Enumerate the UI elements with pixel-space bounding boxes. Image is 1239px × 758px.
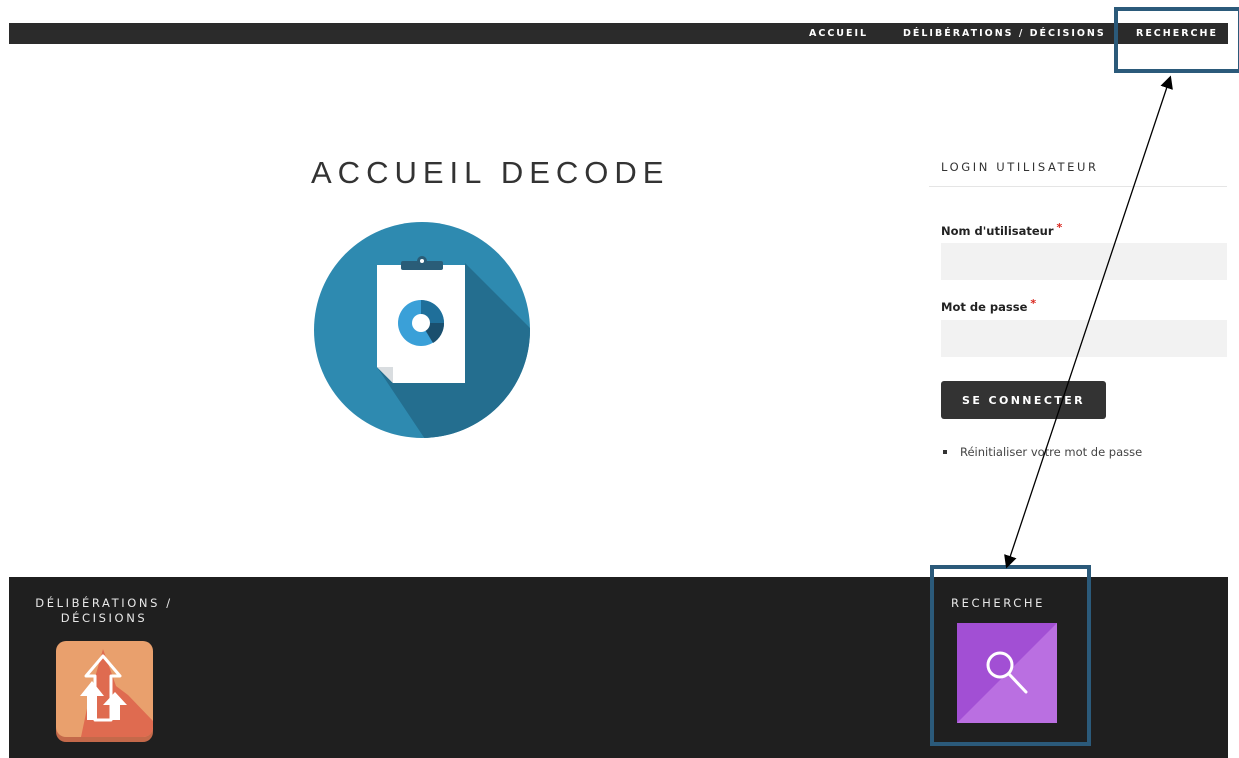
login-heading: LOGIN UTILISATEUR (941, 160, 1099, 174)
list-item: Réinitialiser votre mot de passe (943, 445, 1142, 459)
deliberations-heading-line1: DÉLIBÉRATIONS / (35, 596, 173, 610)
magnifier-icon (957, 623, 1057, 723)
deliberations-heading-line2: DÉCISIONS (60, 611, 148, 625)
required-mark: * (1056, 221, 1063, 234)
nav-item-recherche[interactable]: RECHERCHE (1136, 23, 1218, 44)
divider (929, 186, 1227, 187)
password-input[interactable] (941, 320, 1227, 357)
nav-item-deliberations[interactable]: DÉLIBÉRATIONS / DÉCISIONS (903, 23, 1106, 44)
clipboard-donut-chart-icon (313, 221, 533, 441)
search-tile[interactable] (957, 623, 1057, 723)
username-label: Nom d'utilisateur * (941, 221, 1063, 238)
password-label-text: Mot de passe (941, 300, 1028, 314)
reset-password-link[interactable]: Réinitialiser votre mot de passe (960, 445, 1142, 459)
deliberations-heading: DÉLIBÉRATIONS / DÉCISIONS (29, 596, 179, 626)
password-label: Mot de passe * (941, 297, 1037, 314)
footer-band: DÉLIBÉRATIONS / DÉCISIONS RECHERCHE (9, 577, 1228, 758)
nav-item-accueil[interactable]: ACCUEIL (809, 23, 868, 44)
login-button[interactable]: SE CONNECTER (941, 381, 1106, 419)
required-mark: * (1030, 297, 1037, 310)
username-input[interactable] (941, 243, 1227, 280)
search-heading: RECHERCHE (951, 596, 1045, 610)
upload-arrows-icon (56, 641, 153, 742)
page-title: ACCUEIL DECODE (311, 155, 670, 190)
deliberations-tile[interactable] (56, 641, 153, 742)
top-navigation-bar: ACCUEIL DÉLIBÉRATIONS / DÉCISIONS RECHER… (9, 23, 1228, 44)
username-label-text: Nom d'utilisateur (941, 224, 1054, 238)
bullet-icon (943, 449, 947, 454)
